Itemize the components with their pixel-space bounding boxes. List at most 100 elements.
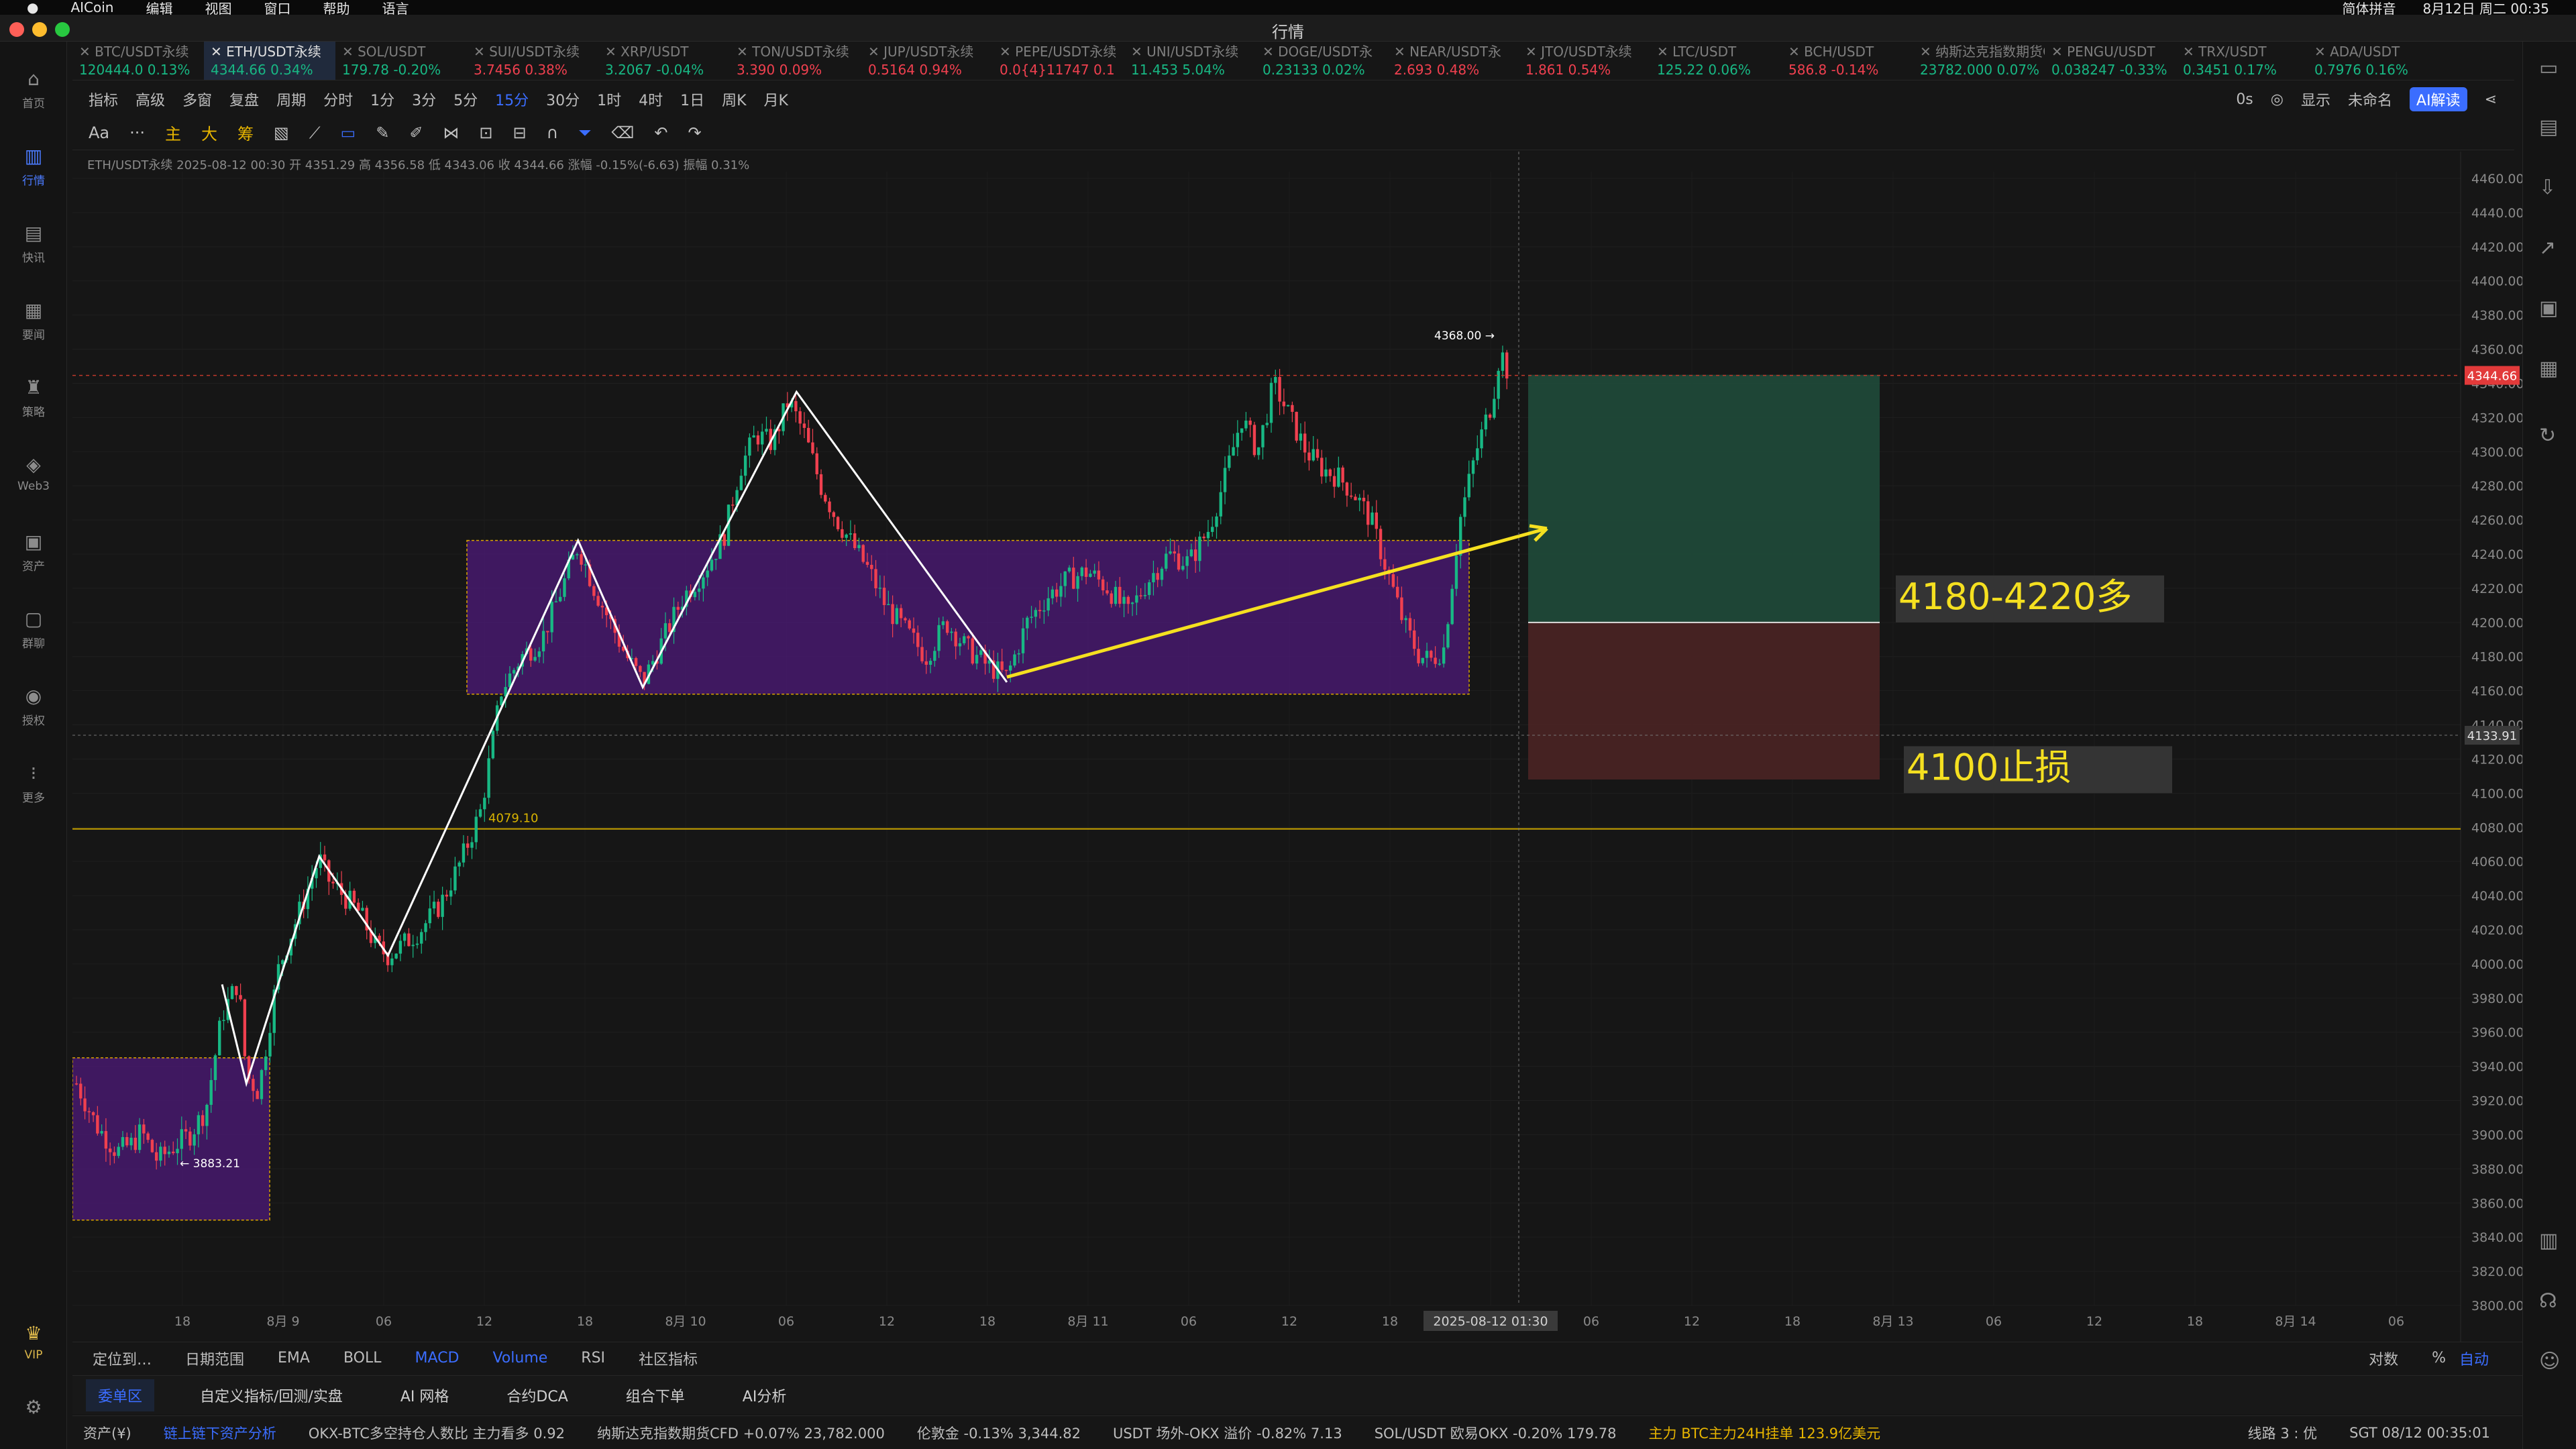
period-month[interactable]: 月K [764, 89, 788, 110]
tab-ai-analysis[interactable]: AI分析 [731, 1379, 799, 1411]
brush-tool-icon[interactable]: ✐ [409, 123, 423, 142]
menu-app[interactable]: AICoin [70, 0, 113, 15]
replay-button[interactable]: 复盘 [229, 89, 259, 110]
chips-tool[interactable]: 筹 [237, 121, 254, 144]
ticker-2[interactable]: ✕ SOL/USDT 179.78 -0.20% [335, 42, 467, 80]
auto-scale-button[interactable]: 自动 [2459, 1348, 2489, 1369]
rect-tool-icon[interactable]: ▭ [341, 123, 356, 142]
sidebar-item-headlines[interactable]: ▦ 要闻 [0, 300, 67, 343]
ticker-5[interactable]: ✕ TON/USDT永续 3.390 0.09% [730, 42, 861, 80]
period-5m[interactable]: 5分 [453, 89, 478, 110]
period-3m[interactable]: 3分 [412, 89, 436, 110]
ticker-11[interactable]: ✕ JTO/USDT永续 1.861 0.54% [1519, 42, 1650, 80]
robot-icon[interactable]: ☺ [2539, 1350, 2560, 1373]
nasdaq-futures[interactable]: 纳斯达克指数期货CFD +0.07% 23,782.000 [597, 1423, 885, 1443]
ticker-10[interactable]: ✕ NEAR/USDT永 2.693 0.48% [1387, 42, 1519, 80]
period-dropdown[interactable]: 周期 [276, 89, 306, 110]
pattern-tool-icon[interactable]: ⋈ [443, 123, 459, 142]
magnet-icon[interactable]: ∩ [547, 123, 559, 142]
tab-rsi[interactable]: RSI [581, 1350, 605, 1366]
period-1d[interactable]: 1日 [680, 89, 704, 110]
ticker-15[interactable]: ✕ PENGU/USDT 0.038247 -0.33% [2045, 42, 2176, 80]
sol-usdt[interactable]: SOL/USDT 欧易OKX -0.20% 179.78 [1375, 1423, 1617, 1443]
advanced-button[interactable]: 高级 [136, 89, 165, 110]
redo-icon[interactable]: ↷ [688, 123, 701, 142]
big-order-tool[interactable]: 大 [201, 121, 217, 144]
sidebar-item-news[interactable]: ▤ 快讯 [0, 223, 67, 266]
settings-button[interactable]: ⚙ [0, 1397, 67, 1422]
date-range-button[interactable]: 日期范围 [185, 1348, 244, 1369]
refresh-icon[interactable]: ↻ [2539, 424, 2556, 447]
display-button[interactable]: 显示 [2301, 89, 2330, 110]
tab-macd[interactable]: MACD [415, 1350, 460, 1366]
layout-name-button[interactable]: 未命名 [2348, 89, 2392, 110]
ticker-0[interactable]: ✕ BTC/USDT永续 120444.0 0.13% [72, 42, 204, 80]
usdt-otc[interactable]: USDT 场外-OKX 溢价 -0.82% 7.13 [1113, 1423, 1342, 1443]
indicator-button[interactable]: 指标 [89, 89, 118, 110]
trash-icon[interactable]: ⌫ [611, 123, 634, 142]
ticker-3[interactable]: ✕ SUI/USDT永续 3.7456 0.38% [467, 42, 598, 80]
sidebar-item-market[interactable]: ▥ 行情 [0, 146, 67, 189]
ticker-7[interactable]: ✕ PEPE/USDT永续 0.0{4}11747 0.1 [993, 42, 1124, 80]
measure-icon[interactable]: ⊟ [513, 123, 527, 142]
undo-icon[interactable]: ↶ [654, 123, 667, 142]
screen-icon[interactable]: ▣ [2539, 297, 2558, 320]
ticker-13[interactable]: ✕ BCH/USDT 586.8 -0.14% [1782, 42, 1913, 80]
export-icon[interactable]: ⇩ [2539, 176, 2556, 199]
sidebar-item-strategy[interactable]: ♜ 策略 [0, 377, 67, 420]
tab-custom-indicator[interactable]: 自定义指标/回测/实盘 [188, 1379, 355, 1411]
london-gold[interactable]: 伦敦金 -0.13% 3,344.82 [917, 1423, 1081, 1443]
indicator-icon[interactable]: ▧ [274, 123, 289, 142]
assets-label[interactable]: 资产(¥) [83, 1423, 131, 1443]
log-scale-button[interactable]: 对数 [2369, 1348, 2398, 1369]
sidebar-item-chat[interactable]: ▢ 群聊 [0, 608, 67, 651]
apple-icon[interactable]: ● [27, 0, 38, 15]
calendar-icon[interactable]: ▦ [2539, 357, 2558, 380]
ticker-17[interactable]: ✕ ADA/USDT 0.7976 0.16% [2308, 42, 2439, 80]
percent-scale-button[interactable]: % [2432, 1350, 2446, 1366]
orderbook-icon[interactable]: ▤ [2539, 115, 2558, 139]
multi-window-button[interactable]: 多窗 [182, 89, 212, 110]
font-tool[interactable]: Aa [89, 123, 109, 142]
period-1h[interactable]: 1时 [597, 89, 621, 110]
tab-ai-grid[interactable]: AI 网格 [388, 1379, 462, 1411]
analysis-icon[interactable]: ↗ [2539, 236, 2556, 260]
period-1m[interactable]: 1分 [370, 89, 394, 110]
tab-boll[interactable]: BOLL [343, 1350, 382, 1366]
locate-button[interactable]: 定位到… [93, 1348, 152, 1369]
share-icon[interactable]: ⋖ [2485, 91, 2497, 108]
tab-community-indicators[interactable]: 社区指标 [639, 1348, 698, 1369]
ticker-1[interactable]: ✕ ETH/USDT永续 4344.66 0.34% [204, 42, 335, 80]
tab-order-area[interactable]: 委单区 [86, 1379, 155, 1411]
ai-interpret-button[interactable]: AI解读 [2410, 87, 2467, 111]
menu-help[interactable]: 帮助 [323, 0, 350, 15]
asset-analysis-link[interactable]: 链上链下资产分析 [164, 1423, 276, 1443]
menu-edit[interactable]: 编辑 [146, 0, 172, 15]
tab-combo-order[interactable]: 组合下单 [614, 1379, 697, 1411]
support-icon[interactable]: ☊ [2539, 1289, 2557, 1313]
period-timeshare[interactable]: 分时 [323, 89, 353, 110]
menu-language[interactable]: 语言 [382, 0, 409, 15]
btc-long-short-ratio[interactable]: OKX-BTC多空持仓人数比 主力看多 0.92 [309, 1423, 565, 1443]
ticker-8[interactable]: ✕ UNI/USDT永续 11.453 5.04% [1124, 42, 1256, 80]
sidebar-item-assets[interactable]: ▣ 资产 [0, 531, 67, 574]
period-15m[interactable]: 15分 [495, 89, 529, 110]
price-chart[interactable]: 4460.00 4440.00 4420.00 4400.00 4380.00 4360.… [72, 152, 2522, 1342]
camera-icon[interactable]: ◎ [2271, 91, 2284, 108]
ticker-9[interactable]: ✕ DOGE/USDT永 0.23133 0.02% [1256, 42, 1387, 80]
menu-window[interactable]: 窗口 [264, 0, 290, 15]
sidebar-item-home[interactable]: ⌂ 首页 [0, 68, 67, 111]
ticker-12[interactable]: ✕ LTC/USDT 125.22 0.06% [1650, 42, 1782, 80]
btc-main-orders[interactable]: 主力 BTC主力24H挂单 123.9亿美元 [1649, 1423, 1881, 1443]
lock-icon[interactable]: ⊡ [479, 123, 492, 142]
line-tool-icon[interactable]: ⟋ [309, 123, 321, 142]
period-week[interactable]: 周K [722, 89, 746, 110]
sidebar-item-more[interactable]: ⁝ 更多 [0, 763, 67, 806]
ticker-6[interactable]: ✕ JUP/USDT永续 0.5164 0.94% [861, 42, 993, 80]
tab-volume[interactable]: Volume [492, 1350, 547, 1366]
panel-icon[interactable]: ▭ [2539, 56, 2558, 80]
input-method[interactable]: 简体拼音 [2342, 0, 2396, 15]
candlestick-chart[interactable]: 4460.00 4440.00 4420.00 4400.00 4380.00 4360.… [72, 152, 2522, 1342]
sidebar-item-web3[interactable]: ◈ Web3 [0, 454, 67, 494]
period-30m[interactable]: 30分 [546, 89, 580, 110]
